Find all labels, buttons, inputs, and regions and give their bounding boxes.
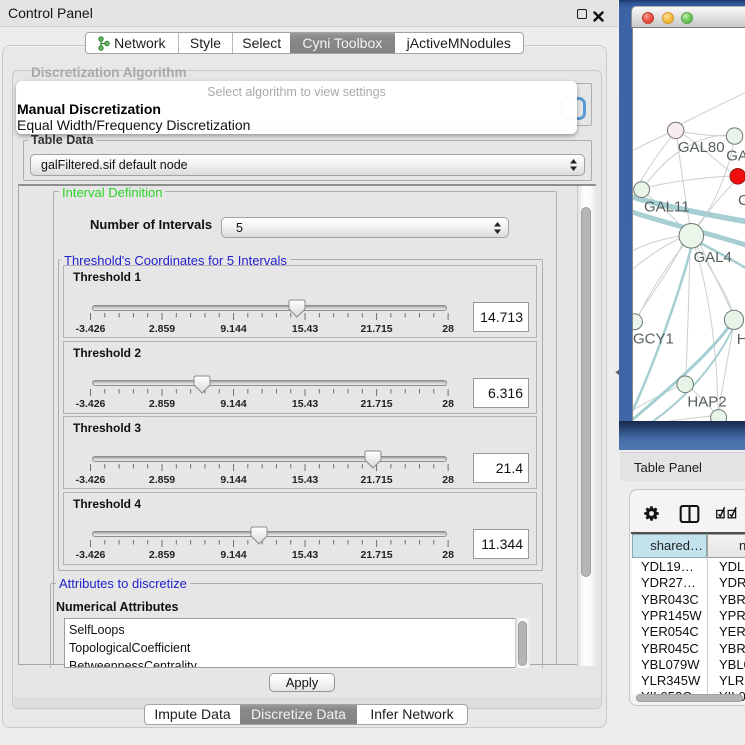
svg-text:GAL4: GAL4 — [694, 249, 732, 266]
svg-text:GAL11: GAL11 — [644, 199, 690, 216]
svg-text:GCY1: GCY1 — [633, 331, 674, 348]
svg-text:GAL80: GAL80 — [678, 139, 725, 156]
svg-text:H: H — [737, 331, 745, 348]
svg-text:CR: CR — [738, 192, 745, 209]
svg-text:HAP2: HAP2 — [687, 394, 726, 411]
svg-text:GAL: GAL — [726, 148, 745, 165]
